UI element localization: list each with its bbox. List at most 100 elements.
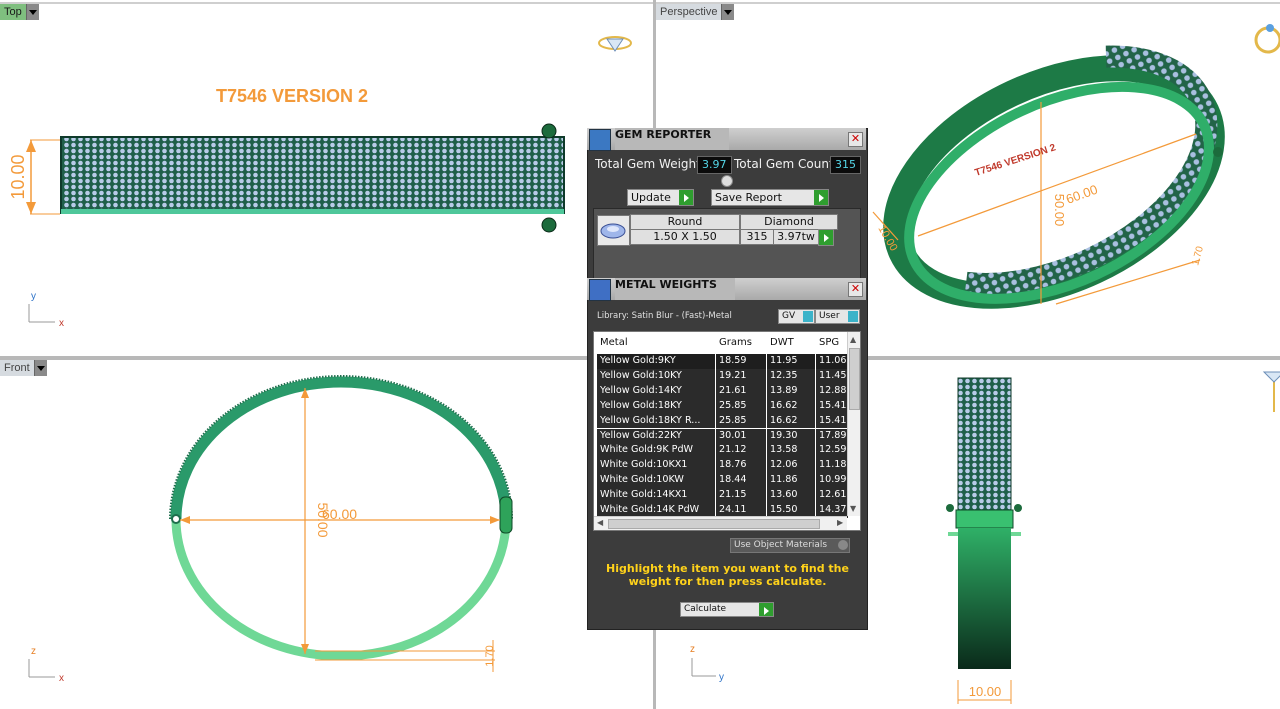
library-label: Library: Satin Blur - (Fast)-Metal: [597, 311, 732, 321]
gem-row-select-button[interactable]: [818, 229, 834, 246]
cell-dwt: 13.58: [767, 443, 815, 459]
horizontal-scrollbar[interactable]: ◀ ▶: [594, 516, 847, 530]
column-header-spg[interactable]: SPG: [816, 334, 848, 352]
collapse-handle-icon[interactable]: [721, 175, 733, 187]
scrollbar-thumb[interactable]: [608, 519, 820, 529]
cell-spg: 12.61: [816, 488, 848, 503]
cell-grams: 18.44: [716, 473, 766, 489]
close-icon[interactable]: ✕: [848, 132, 863, 147]
top-view-canvas: 10.00 T7546 VERSION 2 y x: [8, 36, 632, 329]
cell-metal: Yellow Gold:18KY: [597, 398, 715, 414]
cell-grams: 18.59: [716, 354, 766, 369]
cell-metal: White Gold:9K PdW: [597, 443, 715, 459]
table-row[interactable]: White Gold:9K PdW 21.12 13.58 12.59: [594, 443, 848, 459]
cell-dwt: 12.35: [767, 368, 815, 384]
axis-y-label: y: [31, 291, 36, 302]
table-row[interactable]: White Gold:10KX1 18.76 12.06 11.18: [594, 458, 848, 474]
cell-spg: 10.99: [816, 473, 848, 489]
axis-y-label: y: [719, 672, 724, 683]
cell-metal: White Gold:10KW: [597, 473, 715, 489]
gem-reporter-title: GEM REPORTER: [615, 128, 730, 150]
update-button[interactable]: Update: [627, 189, 694, 206]
band-top-edge: [61, 209, 564, 214]
table-row[interactable]: Yellow Gold:18KY 25.85 16.62 15.41: [594, 398, 848, 414]
thickness-dimension-text: 1.70: [1190, 245, 1206, 267]
column-header-dwt[interactable]: DWT: [767, 334, 815, 352]
viewport-menu-dropdown[interactable]: [33, 360, 47, 376]
total-gem-count-value: 315: [830, 156, 861, 174]
axis-x-label: x: [59, 673, 64, 684]
diamond-ring-icon: [598, 36, 632, 52]
depth-dimension-text: 50.00: [1052, 194, 1067, 227]
cell-grams: 18.76: [716, 458, 766, 474]
scroll-right-arrow[interactable]: ▶: [837, 518, 843, 527]
metal-weights-icon: [589, 279, 611, 301]
gem-reporter-icon: [589, 129, 611, 151]
table-row[interactable]: Yellow Gold:14KY 21.61 13.89 12.88: [594, 383, 848, 399]
design-title-text: T7546 VERSION 2: [216, 86, 368, 106]
diamond-icon: [597, 215, 630, 246]
scrollbar-thumb[interactable]: [849, 348, 860, 410]
cell-spg: 12.88: [816, 383, 848, 399]
viewport-label-perspective[interactable]: Perspective: [656, 4, 735, 20]
cell-grams: 30.01: [716, 428, 766, 444]
table-row[interactable]: White Gold:10KW 18.44 11.86 10.99: [594, 473, 848, 489]
vertical-scrollbar[interactable]: ▲ ▼: [847, 332, 860, 516]
cell-dwt: 16.62: [767, 398, 815, 414]
cell-spg: 11.18: [816, 458, 848, 474]
cell-metal: Yellow Gold:9KY: [597, 354, 715, 369]
gem-row-weight[interactable]: 3.97tw: [773, 229, 819, 245]
table-header: Metal Grams DWT SPG: [594, 334, 847, 352]
height-dimension-text: 10.00: [8, 154, 28, 199]
table-row[interactable]: Yellow Gold:10KY 19.21 12.35 11.45: [594, 368, 848, 384]
close-icon[interactable]: ✕: [848, 282, 863, 297]
gem-row-shape[interactable]: Round: [630, 214, 740, 230]
cell-metal: White Gold:14KX1: [597, 488, 715, 503]
play-icon: [679, 190, 693, 205]
gv-button[interactable]: GV: [778, 309, 815, 324]
save-report-button[interactable]: Save Report: [711, 189, 829, 206]
gem-row-count[interactable]: 315: [740, 229, 774, 245]
viewport-front[interactable]: 60.00 50.00 1.70 z x Front: [0, 360, 653, 709]
cell-dwt: 11.95: [767, 354, 815, 369]
gem-row-material[interactable]: Diamond: [740, 214, 838, 230]
cell-grams: 21.61: [716, 383, 766, 399]
cell-dwt: 11.86: [767, 473, 815, 489]
cell-metal: Yellow Gold:10KY: [597, 368, 715, 384]
play-icon: [759, 603, 773, 616]
front-view-canvas: 60.00 50.00 1.70 z x: [28, 375, 513, 684]
cell-grams: 21.15: [716, 488, 766, 503]
gem-row-size[interactable]: 1.50 X 1.50: [630, 229, 740, 245]
cell-spg: 15.41: [816, 398, 848, 414]
band-side-gems: [957, 377, 1012, 511]
viewport-menu-dropdown[interactable]: [25, 4, 39, 20]
info-icon: [803, 311, 813, 322]
hinge-pin: [541, 123, 557, 139]
calculate-button[interactable]: Calculate: [680, 602, 774, 617]
hinge-pin: [541, 217, 557, 233]
metal-weights-titlebar[interactable]: METAL WEIGHTS ✕: [587, 278, 866, 301]
user-button[interactable]: User: [815, 309, 860, 324]
diameter-dimension-text: 60.00: [1064, 182, 1100, 207]
scroll-left-arrow[interactable]: ◀: [597, 518, 603, 527]
column-header-metal[interactable]: Metal: [597, 334, 715, 352]
viewport-label-front[interactable]: Front: [0, 360, 47, 376]
metal-weights-table[interactable]: Metal Grams DWT SPG Yellow Gold:9KY 18.59…: [593, 331, 861, 531]
table-row[interactable]: White Gold:14KX1 21.15 13.60 12.61: [594, 488, 848, 503]
table-row[interactable]: Yellow Gold:9KY 18.59 11.95 11.06: [594, 354, 848, 369]
table-row[interactable]: Yellow Gold:18KY R... 25.85 16.62 15.41: [594, 413, 848, 429]
use-object-materials-toggle[interactable]: Use Object Materials: [730, 538, 850, 553]
band-side-shank: [958, 528, 1011, 669]
viewport-top[interactable]: 10.00 T7546 VERSION 2 y x Top: [0, 4, 653, 356]
table-row[interactable]: Yellow Gold:22KY 30.01 19.30 17.89: [594, 428, 848, 444]
viewport-menu-dropdown[interactable]: [721, 4, 735, 20]
depth-dimension-text: 50.00: [315, 502, 331, 537]
scroll-up-arrow[interactable]: ▲: [850, 335, 856, 344]
cell-grams: 25.85: [716, 413, 766, 429]
column-header-grams[interactable]: Grams: [716, 334, 766, 352]
metal-weights-title: METAL WEIGHTS: [615, 278, 735, 300]
viewport-label-top[interactable]: Top: [0, 4, 39, 20]
cell-metal: Yellow Gold:18KY R...: [597, 413, 715, 429]
scroll-down-arrow[interactable]: ▼: [850, 504, 856, 513]
gem-reporter-titlebar[interactable]: GEM REPORTER ✕: [587, 128, 866, 151]
